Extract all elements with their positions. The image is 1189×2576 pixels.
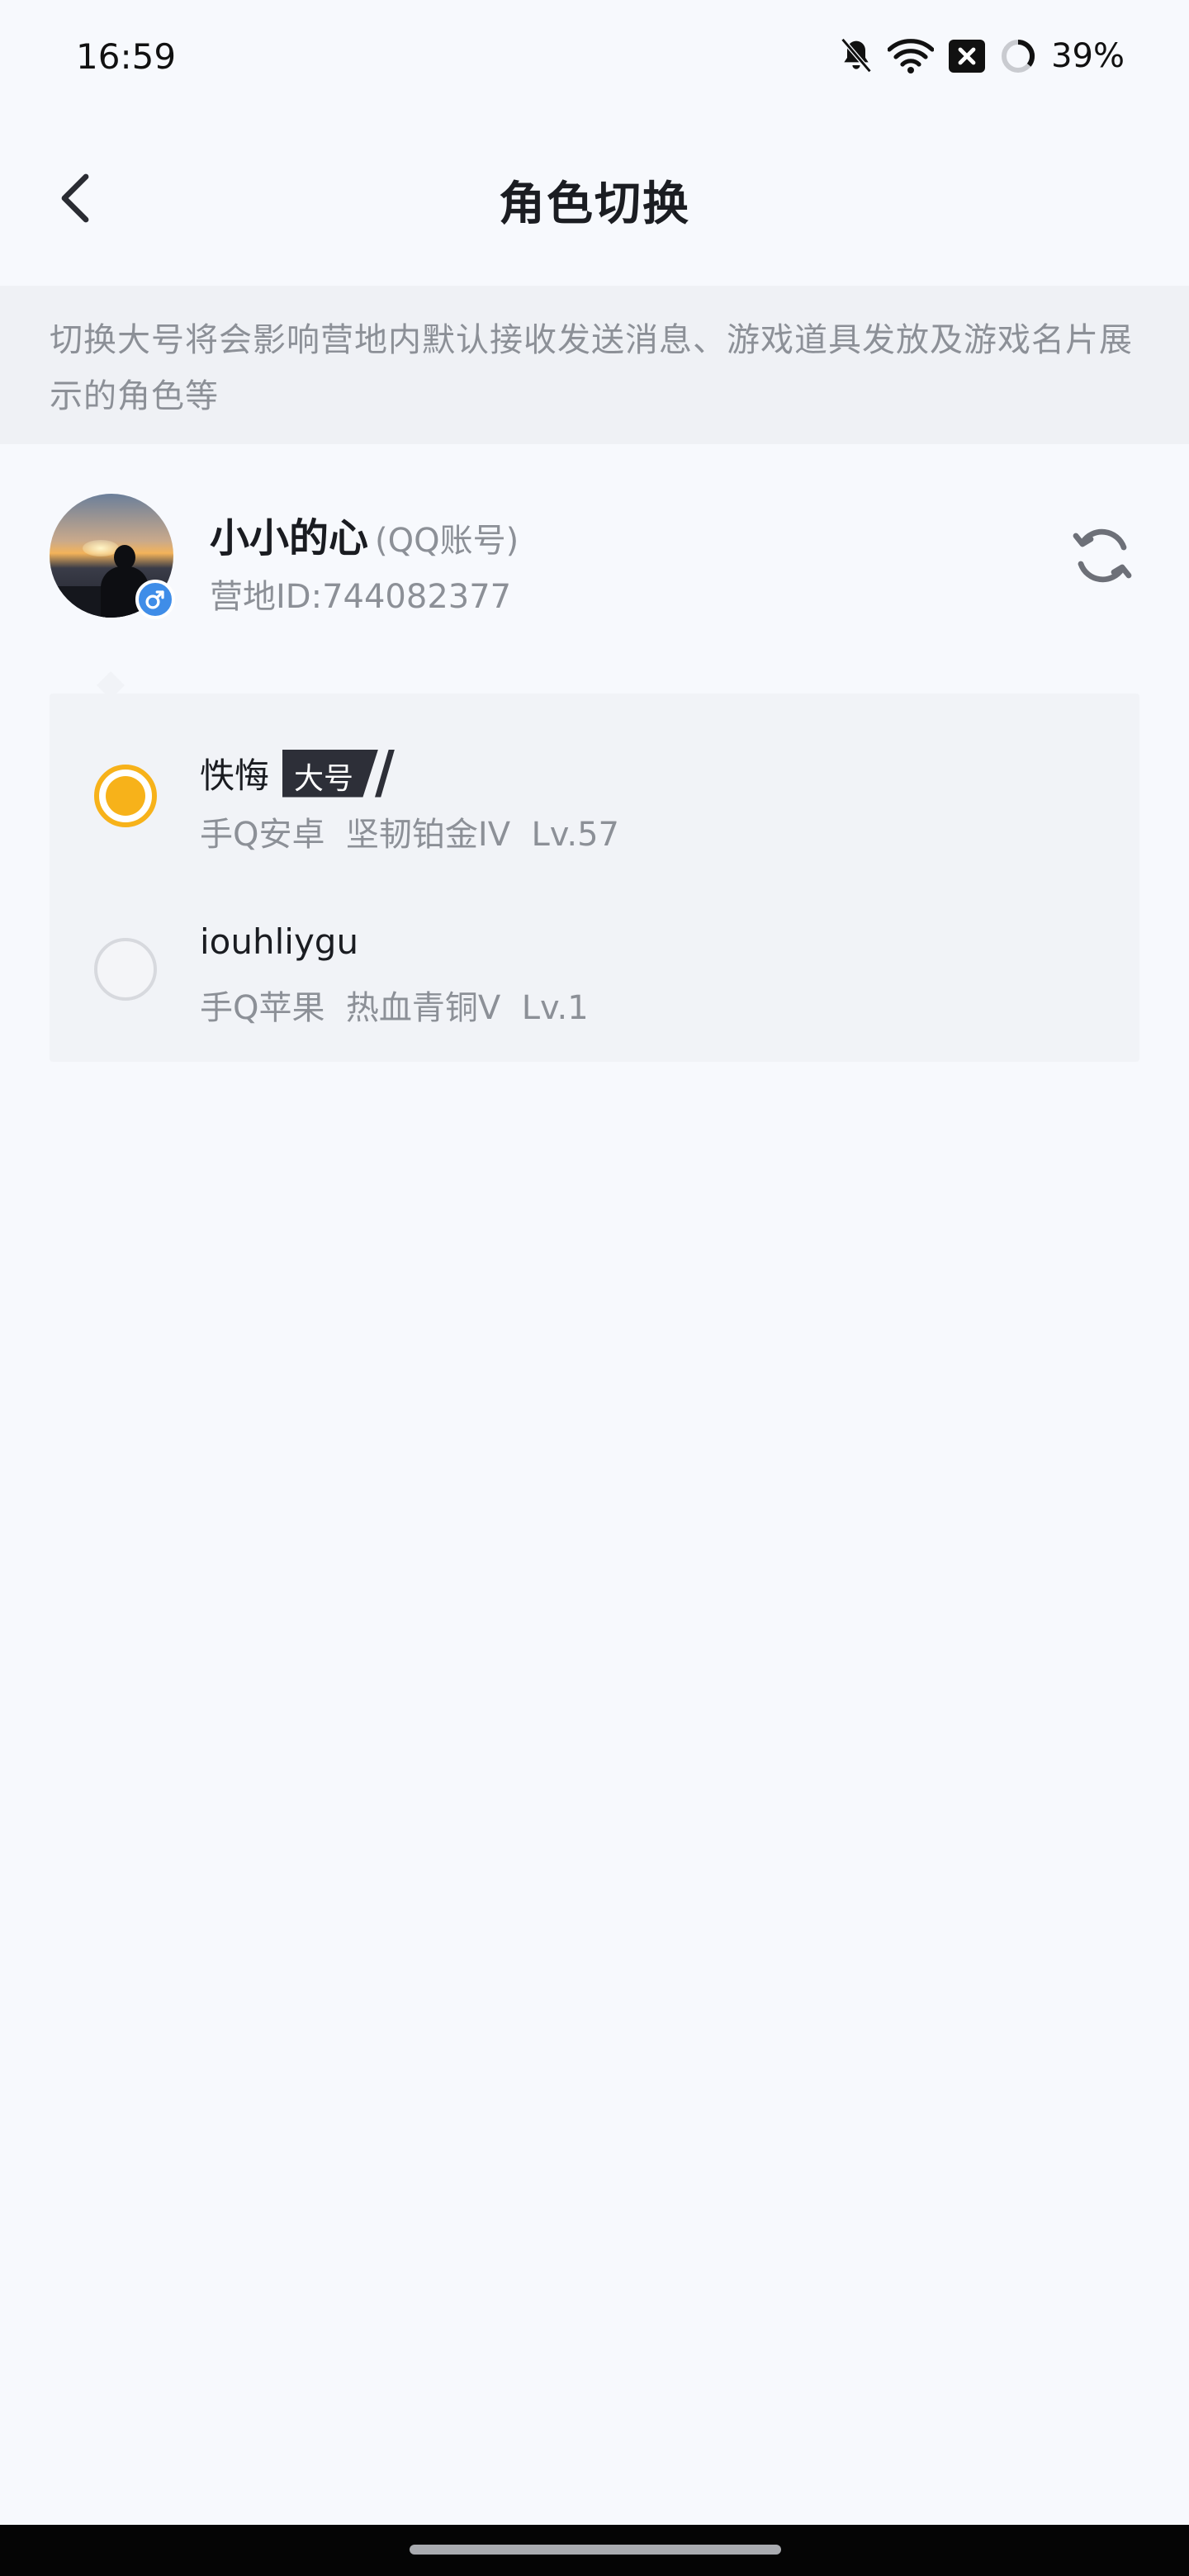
role-item[interactable]: iouhliygu 手Q苹果 热血青铜V Lv.1 [50,885,1139,1050]
radio-unselected[interactable] [94,938,157,1001]
account-name-line: 小小的心 (QQ账号) [210,505,519,563]
role-name: iouhliygu [200,921,359,962]
role-meta: 手Q安卓 坚韧铂金IV Lv.57 [200,816,619,854]
main-account-badge: 大号 [282,749,396,798]
home-indicator[interactable] [410,2545,781,2555]
radio-dot [106,776,145,816]
battery-ring-icon [1000,38,1036,74]
account-type: (QQ账号) [375,522,519,560]
battery-percentage: 39% [1051,37,1125,75]
role-name-line: 怢悔 大号 [200,748,396,798]
badge-label: 大号 [294,761,354,796]
refresh-icon [1069,523,1135,592]
male-icon [135,580,175,619]
role-item[interactable]: 怢悔 大号 手Q安卓 坚韧铂金IV Lv.57 [50,712,1139,877]
badge-stripe [375,749,396,798]
radio-selected[interactable] [94,765,157,827]
role-name-line: iouhliygu [200,921,358,962]
notice-text: 切换大号将会影响营地内默认接收发送消息、游戏道具发放及游戏名片展示的角色等 [50,321,1133,415]
account-name: 小小的心 [210,515,369,561]
roles-panel: 怢悔 大号 手Q安卓 坚韧铂金IV Lv.57 iouhliygu 手Q苹果 热… [50,694,1139,1062]
status-bar: 16:59 39% [0,0,1189,116]
status-time: 16:59 [76,36,177,77]
navigation-bar [0,2525,1189,2576]
sim-off-icon [947,38,987,74]
refresh-button[interactable] [1065,520,1139,594]
status-icons: 39% [838,31,1125,81]
wifi-icon [888,38,935,74]
account-row: 小小的心 (QQ账号) 营地ID:744082377 [0,479,1189,636]
bell-off-icon [838,36,874,76]
page-title: 角色切换 [499,178,690,231]
account-id: 营地ID:744082377 [210,578,512,616]
avatar-container[interactable] [50,494,175,619]
role-meta: 手Q苹果 热血青铜V Lv.1 [200,989,589,1027]
role-name: 怢悔 [200,755,270,796]
notice-banner: 切换大号将会影响营地内默认接收发送消息、游戏道具发放及游戏名片展示的角色等 [0,286,1189,444]
header: 角色切换 [0,132,1189,272]
